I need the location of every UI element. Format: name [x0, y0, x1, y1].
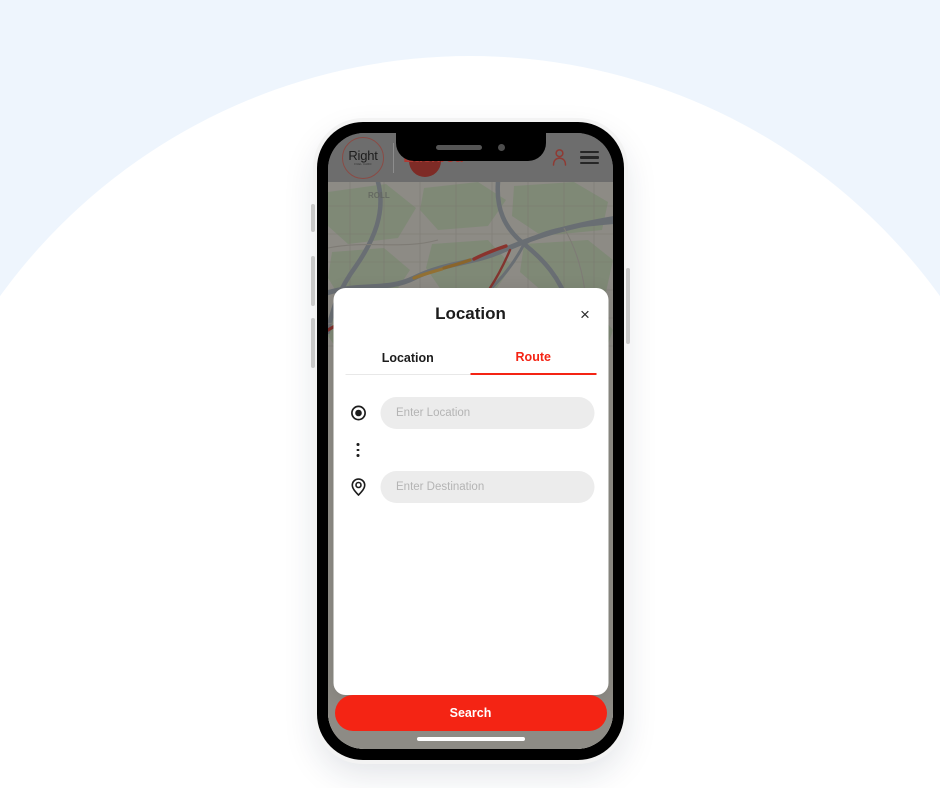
hamburger-menu-icon[interactable]: [580, 150, 599, 165]
map-pin-icon: [349, 478, 367, 496]
modal-header: Location ×: [333, 288, 608, 340]
modal-title: Location: [435, 304, 506, 323]
front-camera-icon: [498, 143, 505, 151]
search-button[interactable]: Search: [334, 695, 607, 731]
origin-field-row: [349, 397, 594, 429]
close-icon[interactable]: ×: [574, 303, 596, 325]
route-fields: [333, 397, 608, 503]
phone-silencer-button[interactable]: [311, 204, 315, 232]
phone-volume-up-button[interactable]: [311, 256, 315, 306]
user-icon[interactable]: [552, 149, 567, 166]
logo-right-subtext: FUEL CARD: [354, 163, 372, 167]
destination-input[interactable]: [380, 471, 594, 503]
page-root: Right FUEL CARD Edenred: [0, 0, 940, 788]
right-fuelcard-logo: Right FUEL CARD: [342, 136, 384, 179]
origin-input[interactable]: [380, 397, 594, 429]
logo-divider: [393, 142, 395, 173]
phone-notch: [395, 133, 546, 161]
logo-right-text: Right: [348, 147, 378, 163]
route-connector: [349, 429, 594, 471]
phone-volume-down-button[interactable]: [311, 318, 315, 368]
origin-radio-icon: [349, 405, 367, 421]
modal-tabs: Location Route: [345, 350, 596, 375]
tab-route[interactable]: Route: [470, 350, 596, 375]
home-indicator[interactable]: [416, 737, 525, 741]
tab-location[interactable]: Location: [345, 350, 471, 375]
phone-frame: Right FUEL CARD Edenred: [311, 122, 630, 760]
vertical-dots-icon: [349, 442, 367, 458]
location-modal: Location × Location Route: [333, 288, 608, 695]
phone-power-button[interactable]: [626, 268, 630, 344]
destination-field-row: [349, 471, 594, 503]
phone-screen: Right FUEL CARD Edenred: [328, 133, 613, 749]
search-bar-area: Search: [328, 691, 613, 749]
header-actions: [552, 149, 599, 166]
speaker-grill: [436, 144, 482, 150]
